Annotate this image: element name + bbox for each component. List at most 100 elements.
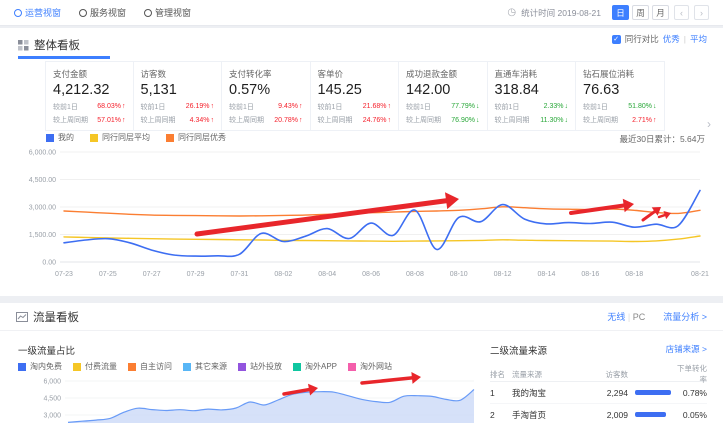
topbar-tab[interactable]: 服务视窗 [79, 6, 126, 19]
trend-line-chart[interactable]: 0.001,500.003,000.004,500.006,000.0007-2… [12, 146, 712, 286]
next-period-button[interactable]: › [694, 5, 709, 20]
svg-text:07-25: 07-25 [99, 271, 117, 278]
metric-card[interactable]: 钻石展位消耗76.63较前1日51.80%↓较上周同期2.71%↑ [576, 61, 665, 131]
traffic-source-table: 排名流量来源访客数下单转化率1我的淘宝2,2940.78%2手淘首页2,0090… [490, 367, 707, 423]
traffic-title: 流量看板 [16, 309, 79, 325]
traffic-legend-item[interactable]: 付费流量 [73, 361, 117, 372]
metric-compare-row: 较前1日68.03%↑ [53, 102, 126, 112]
cell-conversion: 0.78% [672, 388, 707, 398]
metric-card[interactable]: 支付转化率0.57%较前1日9.43%↑较上周同期20.78%↑ [222, 61, 311, 131]
cell-conversion: 0.05% [672, 410, 707, 420]
period-button-月[interactable]: 月 [652, 5, 669, 20]
header-source: 流量来源 [512, 369, 584, 380]
metric-value: 145.25 [318, 82, 392, 98]
legend-item[interactable]: 同行同层平均 [90, 132, 150, 143]
compare-option-excellent[interactable]: 优秀 [663, 33, 680, 45]
metric-compare-pct: 76.90%↓ [451, 117, 479, 124]
svg-text:0.00: 0.00 [42, 260, 56, 267]
traffic-legend-item[interactable]: 自主访问 [128, 361, 172, 372]
svg-text:07-27: 07-27 [143, 271, 161, 278]
topbar-tab-label: 运营视窗 [25, 6, 61, 19]
device-tab-PC[interactable]: PC [633, 312, 646, 322]
table-row[interactable]: 2手淘首页2,0090.05% [490, 404, 707, 423]
metrics-next-button[interactable]: › [701, 116, 717, 132]
traffic-legend-item[interactable]: 其它来源 [183, 361, 227, 372]
svg-text:4,500.00: 4,500.00 [29, 177, 56, 184]
metric-compare-pct: 20.78%↑ [274, 117, 302, 124]
topbar-tab-label: 管理视窗 [155, 6, 191, 19]
metric-compare-name: 较前1日 [406, 102, 431, 112]
metric-cards: 支付金额4,212.32较前1日68.03%↑较上周同期57.01%↑访客数5,… [45, 61, 665, 131]
cell-rank: 2 [490, 410, 512, 420]
metric-compare-row: 较上周同期76.90%↓ [406, 115, 480, 125]
metric-card[interactable]: 支付金额4,212.32较前1日68.03%↑较上周同期57.01%↑ [45, 61, 134, 131]
cell-visitors: 2,294 [584, 388, 628, 398]
metric-card[interactable]: 客单价145.25较前1日21.68%↑较上周同期24.76%↑ [311, 61, 400, 131]
traffic-legend-label: 站外投放 [250, 361, 282, 372]
metric-compare-pct: 77.79%↓ [451, 103, 479, 110]
traffic-analysis-link[interactable]: 流量分析 > [663, 310, 707, 323]
metric-card[interactable]: 访客数5,131较前1日26.19%↑较上周同期4.34%↑ [134, 61, 223, 131]
metric-compare-row: 较上周同期11.30%↓ [495, 115, 569, 125]
traffic-legend-item[interactable]: 站外投放 [238, 361, 282, 372]
metric-compare-row: 较前1日 2.33%↓ [495, 102, 569, 112]
prev-period-button[interactable]: ‹ [674, 5, 689, 20]
metric-compare-name: 较前1日 [318, 102, 343, 112]
legend-swatch [73, 363, 81, 371]
legend-item[interactable]: 同行同层优秀 [166, 132, 226, 143]
legend-label: 我的 [58, 132, 74, 143]
metric-compare-row: 较前1日51.80%↓ [583, 102, 657, 112]
svg-text:08-04: 08-04 [318, 271, 336, 278]
peer-compare-checkbox[interactable]: ✓ [612, 35, 621, 44]
traffic-area-chart[interactable]: 6,0004,5003,000 [6, 373, 478, 423]
legend-swatch [238, 363, 246, 371]
device-tab-无线[interactable]: 无线 [607, 312, 625, 322]
svg-text:08-10: 08-10 [450, 271, 468, 278]
topbar-tab[interactable]: 管理视窗 [144, 6, 191, 19]
metric-card[interactable]: 成功退款金额142.00较前1日77.79%↓较上周同期76.90%↓ [399, 61, 488, 131]
metric-value: 0.57% [229, 82, 303, 98]
overview-title-text: 整体看板 [34, 37, 80, 53]
metric-value: 142.00 [406, 82, 480, 98]
tab-icon [79, 9, 87, 17]
cell-source: 我的淘宝 [512, 387, 584, 399]
cumulative-note: 最近30日累计：5.64万 [620, 133, 706, 145]
arrow-up-icon: ↑ [122, 103, 126, 110]
dashboard-page: 运营视窗服务视窗管理视窗 ◷ 统计时间 2019-08-21 日周月 ‹ › 整… [0, 0, 723, 423]
arrow-up-icon: ↑ [299, 103, 303, 110]
legend-item[interactable]: 我的 [46, 132, 74, 143]
overview-title[interactable]: 整体看板 [18, 37, 80, 53]
traffic-legend-item[interactable]: 淘外网站 [348, 361, 392, 372]
device-tabs: 无线 | PC [607, 310, 645, 323]
legend-swatch [90, 134, 98, 142]
active-tab-underline [18, 56, 110, 59]
metric-card[interactable]: 直通车消耗318.84较前1日2.33%↓较上周同期11.30%↓ [488, 61, 577, 131]
cell-visitors: 2,009 [584, 410, 628, 420]
topbar-tab-label: 服务视窗 [90, 6, 126, 19]
chart-legend: 我的 同行同层平均 同行同层优秀 [46, 132, 226, 143]
shop-source-link[interactable]: 店铺来源 > [666, 343, 707, 355]
metric-value: 4,212.32 [53, 82, 126, 98]
metric-compare-name: 较前1日 [583, 102, 608, 112]
metric-compare-pct: 2.33%↓ [544, 103, 568, 110]
topbar-tab[interactable]: 运营视窗 [14, 6, 61, 19]
header-visitors: 访客数 [584, 369, 628, 380]
metric-compare-name: 较前1日 [53, 102, 78, 112]
traffic-legend-item[interactable]: 淘内免费 [18, 361, 62, 372]
metric-compare-row: 较上周同期57.01%↑ [53, 115, 126, 125]
traffic-legend-item[interactable]: 淘外APP [293, 361, 337, 372]
svg-text:08-06: 08-06 [362, 271, 380, 278]
metric-compare-name: 较前1日 [495, 102, 520, 112]
svg-text:07-31: 07-31 [230, 271, 248, 278]
svg-text:3,000.00: 3,000.00 [29, 205, 56, 212]
compare-option-average[interactable]: 平均 [690, 33, 707, 45]
metric-label: 钻石展位消耗 [583, 68, 657, 80]
metric-label: 支付转化率 [229, 68, 303, 80]
table-row[interactable]: 1我的淘宝2,294 0.78% [490, 382, 707, 404]
period-button-周[interactable]: 周 [632, 5, 649, 20]
arrow-down-icon: ↓ [476, 117, 480, 124]
cell-rank: 1 [490, 388, 512, 398]
period-button-日[interactable]: 日 [612, 5, 629, 20]
metric-value: 5,131 [141, 82, 215, 98]
metric-compare-name: 较前1日 [141, 102, 166, 112]
